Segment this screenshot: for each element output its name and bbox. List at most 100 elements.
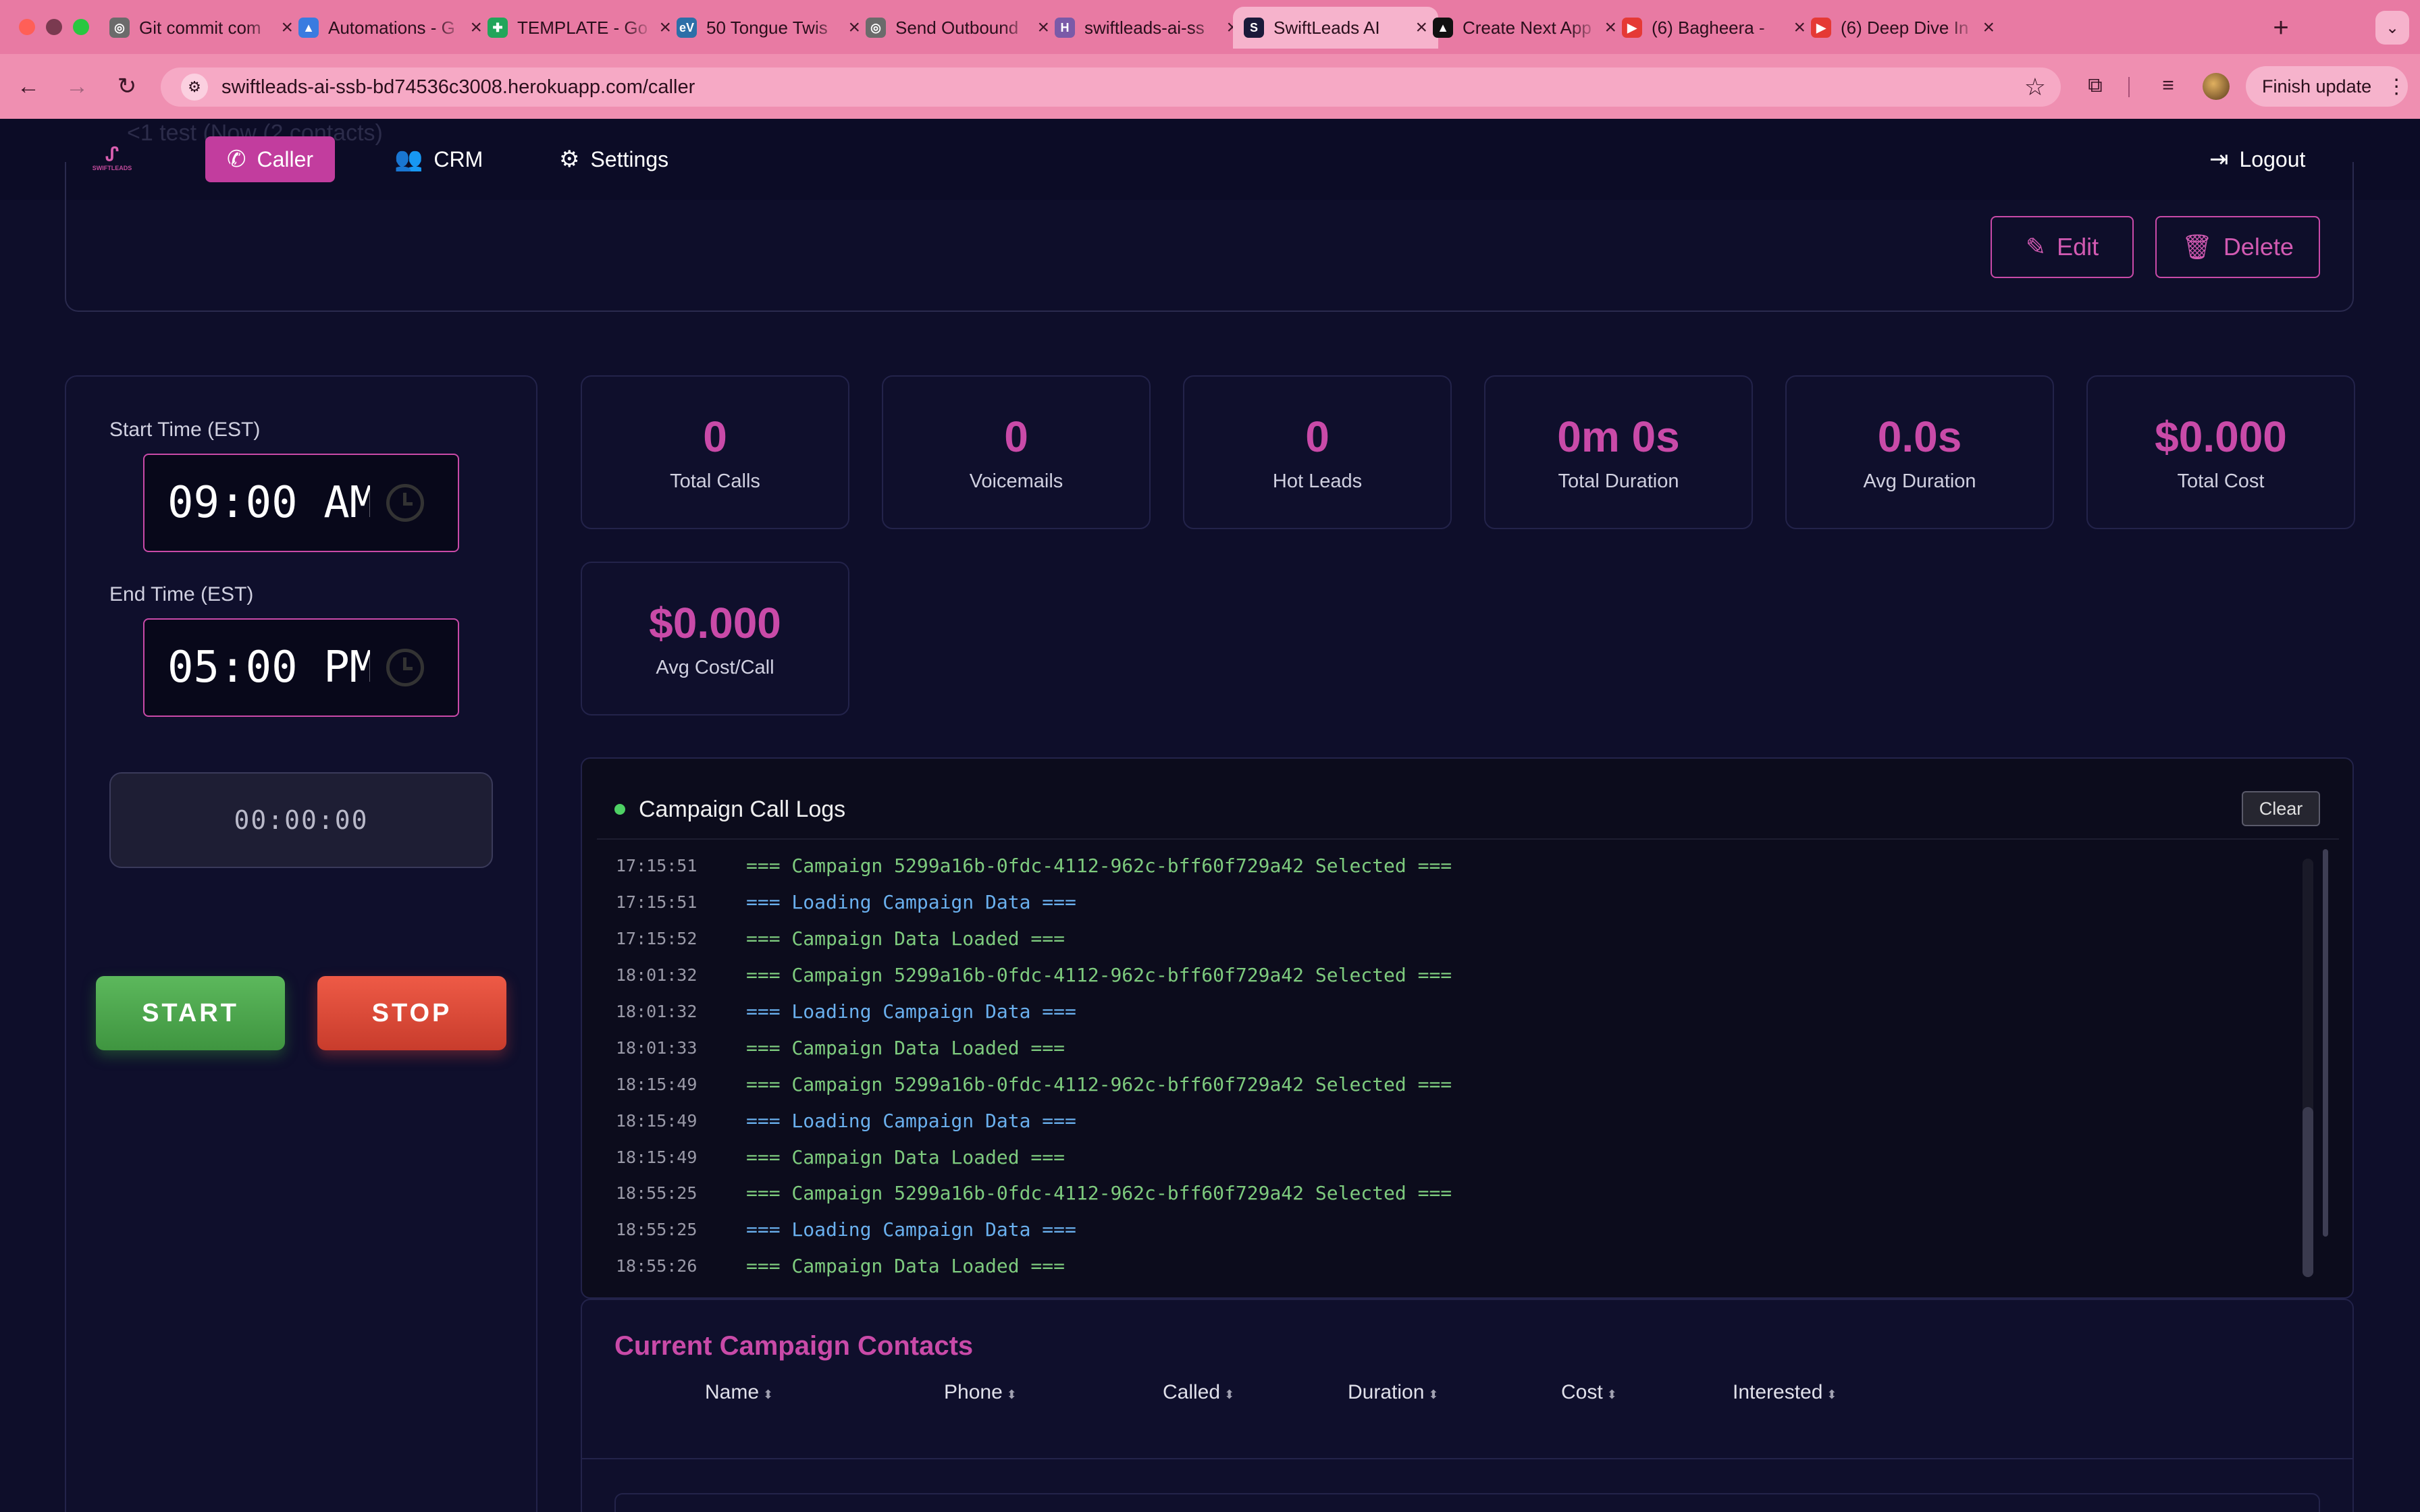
start-time-label: Start Time (EST) xyxy=(109,418,261,441)
new-tab-button[interactable]: + xyxy=(2265,12,2296,43)
browser-tab[interactable]: eV 50 Tongue Twis × xyxy=(666,7,871,49)
start-button[interactable]: START xyxy=(96,976,285,1050)
stat-value: 0.0s xyxy=(1877,412,1962,461)
log-entry: 18:55:25 === Loading Campaign Data === xyxy=(616,1212,2297,1248)
stat-card: $0.000 Total Cost xyxy=(2086,375,2355,529)
sort-icon[interactable]: ⬍ xyxy=(1007,1388,1017,1401)
log-timestamp: 18:55:25 xyxy=(616,1183,698,1204)
stat-card: $0.000 Avg Cost/Call xyxy=(581,562,849,716)
log-message: === Loading Campaign Data === xyxy=(746,1218,1076,1241)
tab-title: Create Next App xyxy=(1463,17,1592,38)
log-entry: 18:15:49 === Campaign 5299a16b-0fdc-4112-… xyxy=(616,1066,2297,1102)
outer-scrollbar[interactable] xyxy=(2323,849,2328,1237)
bookmark-star-icon[interactable]: ☆ xyxy=(2024,73,2046,101)
column-header-label: Phone xyxy=(944,1381,1003,1403)
tab-title: Git commit com xyxy=(139,17,261,38)
stat-value: $0.000 xyxy=(649,598,781,647)
log-timestamp: 18:01:32 xyxy=(616,1002,698,1021)
browser-tab[interactable]: ✚ TEMPLATE - Go × xyxy=(477,7,682,49)
log-message: === Loading Campaign Data === xyxy=(746,891,1076,914)
tab-title: Automations - G xyxy=(328,17,455,38)
end-time-input[interactable]: 05:00 PM xyxy=(143,618,459,717)
log-entry: 17:15:52 === Campaign Data Loaded === xyxy=(616,921,2297,957)
clear-logs-button[interactable]: Clear xyxy=(2242,791,2320,826)
stop-button[interactable]: STOP xyxy=(317,976,506,1050)
browser-tab[interactable]: S SwiftLeads AI × xyxy=(1233,7,1438,49)
log-message: === Campaign Data Loaded === xyxy=(746,1145,1066,1168)
browser-tab[interactable]: ▲ Create Next App × xyxy=(1422,7,1627,49)
extensions-icon[interactable]: ⧉ xyxy=(2080,70,2111,101)
log-entry: 18:15:49 === Campaign Data Loaded === xyxy=(616,1139,2297,1175)
end-time-value: 05:00 PM xyxy=(167,643,370,693)
column-header[interactable]: Phone ⬍ xyxy=(944,1381,1017,1404)
column-header-label: Called xyxy=(1163,1381,1221,1403)
column-header-label: Cost xyxy=(1561,1381,1603,1403)
close-window-button[interactable] xyxy=(19,19,35,35)
column-header-label: Interested xyxy=(1733,1381,1823,1403)
column-header[interactable]: Name ⬍ xyxy=(705,1381,773,1404)
log-timestamp: 18:15:49 xyxy=(616,1074,698,1094)
tab-favicon-icon: eV xyxy=(677,18,697,38)
column-header[interactable]: Cost ⬍ xyxy=(1561,1381,1617,1404)
address-bar[interactable]: ⚙ swiftleads-ai-ssb-bd74536c3008.herokua… xyxy=(161,68,2061,107)
log-entry: 17:15:51 === Loading Campaign Data === xyxy=(616,884,2297,921)
browser-tab[interactable]: ▶ (6) Deep Dive In × xyxy=(1800,7,2005,49)
sort-icon[interactable]: ⬍ xyxy=(1224,1388,1234,1401)
log-message: === Campaign 5299a16b-0fdc-4112-962c-bff… xyxy=(746,1073,1452,1096)
minimize-window-button[interactable] xyxy=(46,19,62,35)
edit-button[interactable]: ✎ Edit xyxy=(1991,216,2134,278)
maximize-window-button[interactable] xyxy=(73,19,89,35)
tab-title: (6) Bagheera - xyxy=(1652,17,1765,38)
browser-tab[interactable]: Hswiftleads-ai-ss× xyxy=(1044,7,1249,49)
sort-icon[interactable]: ⬍ xyxy=(1826,1388,1837,1401)
log-entry: 17:15:51 === Campaign 5299a16b-0fdc-4112-… xyxy=(616,848,2297,884)
column-header[interactable]: Interested ⬍ xyxy=(1733,1381,1837,1404)
back-arrow-icon[interactable]: ← xyxy=(12,70,45,103)
forward-arrow-icon[interactable]: → xyxy=(61,70,93,103)
tab-title: swiftleads-ai-ss xyxy=(1084,17,1205,38)
stat-card: 0m 0s Total Duration xyxy=(1484,375,1753,529)
stat-value: 0 xyxy=(1004,412,1028,461)
tab-title: Send Outbound xyxy=(895,17,1019,38)
reload-icon[interactable]: ↻ xyxy=(111,70,143,103)
browser-tab[interactable]: ▲ Automations - G × xyxy=(288,7,493,49)
close-tab-icon[interactable]: × xyxy=(1982,16,1995,39)
log-entry: 18:01:32 === Campaign 5299a16b-0fdc-4112-… xyxy=(616,957,2297,994)
stat-label: Total Calls xyxy=(670,470,760,492)
profile-avatar[interactable] xyxy=(2203,73,2230,100)
tab-favicon-icon: ◎ xyxy=(109,18,130,38)
log-message: === Campaign 5299a16b-0fdc-4112-962c-bff… xyxy=(746,855,1452,878)
stat-card: 0.0s Avg Duration xyxy=(1785,375,2054,529)
stat-label: Total Duration xyxy=(1558,470,1679,492)
log-message: === Campaign 5299a16b-0fdc-4112-962c-bff… xyxy=(746,1182,1452,1205)
more-menu-icon[interactable]: ⋮ xyxy=(2386,75,2406,99)
clock-icon[interactable] xyxy=(386,484,424,522)
log-entry: 18:01:33 === Campaign Data Loaded === xyxy=(616,1029,2297,1066)
delete-button[interactable]: 🗑 Delete xyxy=(2155,216,2320,278)
log-timestamp: 17:15:51 xyxy=(616,892,698,913)
log-scrollbar-thumb[interactable] xyxy=(2303,1107,2313,1277)
browser-tab[interactable]: ▶ (6) Bagheera - × xyxy=(1611,7,1816,49)
browser-tab[interactable]: ◎ Git commit com × xyxy=(99,7,304,49)
tab-title: (6) Deep Dive In xyxy=(1841,17,1969,38)
start-time-input[interactable]: 09:00 AM xyxy=(143,454,459,552)
log-timestamp: 18:55:26 xyxy=(616,1256,698,1276)
sort-icon[interactable]: ⬍ xyxy=(1607,1388,1617,1401)
site-info-icon[interactable]: ⚙ xyxy=(181,74,208,101)
edit-icon: ✎ xyxy=(2025,233,2047,261)
end-time-label: End Time (EST) xyxy=(109,583,254,605)
call-logs-header: Campaign Call Logs xyxy=(614,791,845,828)
media-controls-icon[interactable]: ≡ xyxy=(2153,70,2184,101)
log-list[interactable]: 17:15:51 === Campaign 5299a16b-0fdc-4112-… xyxy=(616,848,2297,1277)
sort-icon[interactable]: ⬍ xyxy=(1428,1388,1438,1401)
tab-search-button[interactable]: ⌄ xyxy=(2375,11,2409,45)
clock-icon[interactable] xyxy=(386,649,424,686)
campaign-timer: 00:00:00 xyxy=(109,772,493,868)
finish-update-button[interactable]: Finish update ⋮ xyxy=(2246,66,2408,107)
column-header[interactable]: Duration ⬍ xyxy=(1348,1381,1439,1404)
browser-tab[interactable]: ◎ Send Outbound × xyxy=(855,7,1060,49)
column-header[interactable]: Called ⬍ xyxy=(1163,1381,1234,1404)
sort-icon[interactable]: ⬍ xyxy=(763,1388,773,1401)
column-header-label: Name xyxy=(705,1381,760,1403)
log-timestamp: 18:15:49 xyxy=(616,1147,698,1167)
